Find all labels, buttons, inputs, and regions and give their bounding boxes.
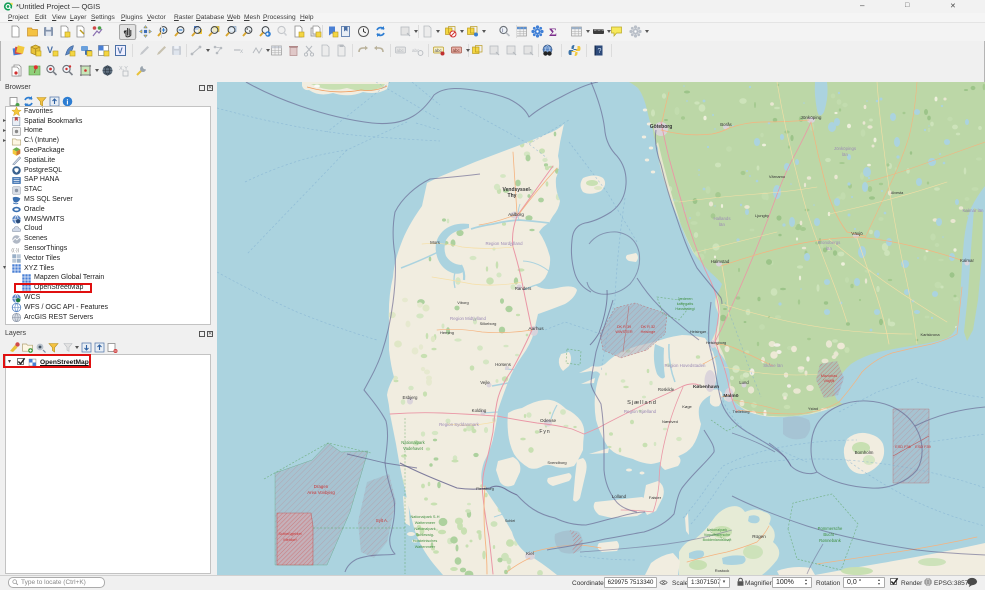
- svg-text:Rønnebank: Rønnebank: [819, 538, 842, 543]
- svg-text:Silkeborg: Silkeborg: [480, 321, 497, 326]
- svg-text:län: län: [719, 222, 725, 227]
- svg-text:Region Hovedstaden: Region Hovedstaden: [664, 363, 706, 368]
- svg-text:Nationalpark: Nationalpark: [707, 528, 727, 532]
- svg-text:Aalborg: Aalborg: [508, 212, 524, 217]
- svg-text:Schleswig-: Schleswig-: [416, 533, 435, 537]
- svg-text:Rostock: Rostock: [715, 568, 729, 573]
- svg-text:DK R 39: DK R 39: [617, 325, 631, 329]
- svg-text:Kolding: Kolding: [472, 408, 487, 413]
- svg-text:Bornholm: Bornholm: [855, 450, 874, 455]
- svg-text:Flensburg: Flensburg: [476, 486, 494, 491]
- svg-text:Helsingborg: Helsingborg: [706, 341, 726, 345]
- svg-text:?: ?: [598, 48, 602, 55]
- svg-text:kattegatts: kattegatts: [677, 302, 694, 306]
- svg-text:Kalmar: Kalmar: [960, 258, 974, 263]
- svg-text:Holsteinisches: Holsteinisches: [413, 539, 438, 543]
- svg-text:Herning: Herning: [440, 330, 454, 335]
- svg-text:Σ: Σ: [549, 25, 557, 38]
- svg-text:i: i: [502, 28, 503, 34]
- svg-text:Boddenlandschaft: Boddenlandschaft: [703, 538, 732, 542]
- svg-text:Nationalpark S-H: Nationalpark S-H: [411, 515, 440, 519]
- svg-text:Schlei: Schlei: [505, 519, 515, 523]
- svg-text:Alvesta: Alvesta: [891, 191, 904, 195]
- svg-text:Horsens: Horsens: [495, 362, 511, 367]
- svg-text:Meldorf: Meldorf: [283, 537, 297, 542]
- svg-text:Vlajfjilt: Vlajfjilt: [824, 379, 836, 383]
- svg-text:Region Sjælland: Region Sjælland: [624, 409, 657, 414]
- svg-text:Nationalpark: Nationalpark: [414, 527, 435, 531]
- svg-text:Borås: Borås: [720, 122, 732, 127]
- svg-text:län: län: [826, 246, 832, 251]
- svg-text:Odense: Odense: [540, 418, 557, 423]
- svg-text:Jæderen: Jæderen: [678, 297, 693, 301]
- svg-text:Schießgebiet: Schießgebiet: [278, 531, 302, 536]
- svg-text:Fyn: Fyn: [539, 429, 550, 435]
- svg-text:abc: abc: [412, 48, 420, 53]
- svg-text:Vorpommersche: Vorpommersche: [704, 533, 730, 537]
- svg-text:Kalmar län: Kalmar län: [963, 208, 985, 213]
- svg-text:WWSTER: WWSTER: [615, 330, 633, 334]
- svg-text:Karlskrona: Karlskrona: [920, 332, 940, 337]
- svg-text:V: V: [117, 47, 123, 56]
- svg-text:Area Vovbjerg: Area Vovbjerg: [307, 490, 335, 495]
- svg-text:Mazurkas: Mazurkas: [821, 374, 838, 378]
- svg-text:abc: abc: [397, 48, 405, 53]
- svg-text:Lund: Lund: [739, 380, 749, 385]
- svg-text:DK R 32: DK R 32: [641, 325, 655, 329]
- svg-text:Køge: Køge: [682, 404, 692, 409]
- svg-text:Wattenmeer: Wattenmeer: [415, 521, 436, 525]
- svg-text:((·)): ((·)): [11, 247, 19, 252]
- svg-text:Malmö: Malmö: [723, 393, 738, 399]
- svg-text:Värnamo: Värnamo: [769, 174, 786, 179]
- svg-text:Helsinge: Helsinge: [641, 330, 656, 334]
- svg-text:Kiel: Kiel: [526, 551, 534, 556]
- svg-text:Pommersche: Pommersche: [818, 526, 843, 531]
- svg-text:Sylt A.: Sylt A.: [376, 518, 388, 523]
- svg-text:Kronobergs: Kronobergs: [818, 240, 842, 245]
- svg-text:län: län: [842, 152, 848, 157]
- svg-text:Aarhus: Aarhus: [528, 326, 544, 332]
- svg-text:Hallands: Hallands: [713, 216, 731, 221]
- svg-text:Jönköpings: Jönköpings: [834, 146, 857, 151]
- svg-text:Halmstad: Halmstad: [711, 259, 730, 264]
- svg-text:Wattenmeer: Wattenmeer: [415, 545, 436, 549]
- svg-text:ESD F36: ESD F36: [895, 445, 910, 449]
- svg-text:Næstved: Næstved: [662, 419, 678, 424]
- svg-text:Havstrategi: Havstrategi: [675, 307, 694, 311]
- svg-text:ESD F39: ESD F39: [915, 445, 930, 449]
- svg-text:Vejle: Vejle: [480, 380, 490, 385]
- svg-text:Bucht -: Bucht -: [823, 532, 837, 537]
- svg-text:Sjælland: Sjælland: [627, 400, 657, 406]
- svg-text:Växjö: Växjö: [851, 231, 863, 236]
- svg-text:Ystad: Ystad: [808, 406, 818, 411]
- svg-text:Helsingør: Helsingør: [690, 330, 707, 334]
- svg-text:Thy: Thy: [508, 193, 517, 199]
- svg-text:København: København: [693, 384, 719, 390]
- svg-text:abc: abc: [453, 48, 461, 53]
- svg-text:Falster: Falster: [649, 495, 662, 500]
- svg-text:Roskilde: Roskilde: [658, 387, 675, 392]
- svg-text:Svendborg: Svendborg: [547, 460, 566, 465]
- svg-text:Mors: Mors: [430, 240, 441, 245]
- svg-text:Trelleborg: Trelleborg: [733, 410, 750, 414]
- svg-text:Skåne län: Skåne län: [763, 363, 783, 368]
- svg-text:Region Nordjylland: Region Nordjylland: [485, 241, 523, 246]
- svg-text:Nationalpark: Nationalpark: [401, 440, 425, 445]
- svg-text:Esbjerg: Esbjerg: [403, 395, 418, 400]
- svg-text:Göteborg: Göteborg: [650, 124, 673, 130]
- svg-text:Lolland: Lolland: [612, 494, 627, 499]
- svg-text:x: x: [240, 49, 243, 55]
- svg-text:Vadehavet: Vadehavet: [403, 446, 424, 451]
- svg-text:Viborg: Viborg: [457, 300, 469, 305]
- svg-text:Ljungby: Ljungby: [755, 213, 769, 218]
- svg-text:i: i: [66, 97, 68, 106]
- svg-text:Region Syddanmark: Region Syddanmark: [439, 422, 480, 427]
- svg-text:Jönköping: Jönköping: [801, 115, 822, 120]
- svg-text:Dragen: Dragen: [314, 484, 329, 489]
- svg-text:V: V: [47, 45, 53, 55]
- svg-text:Randers: Randers: [515, 286, 532, 291]
- svg-text:Rügen: Rügen: [752, 534, 766, 539]
